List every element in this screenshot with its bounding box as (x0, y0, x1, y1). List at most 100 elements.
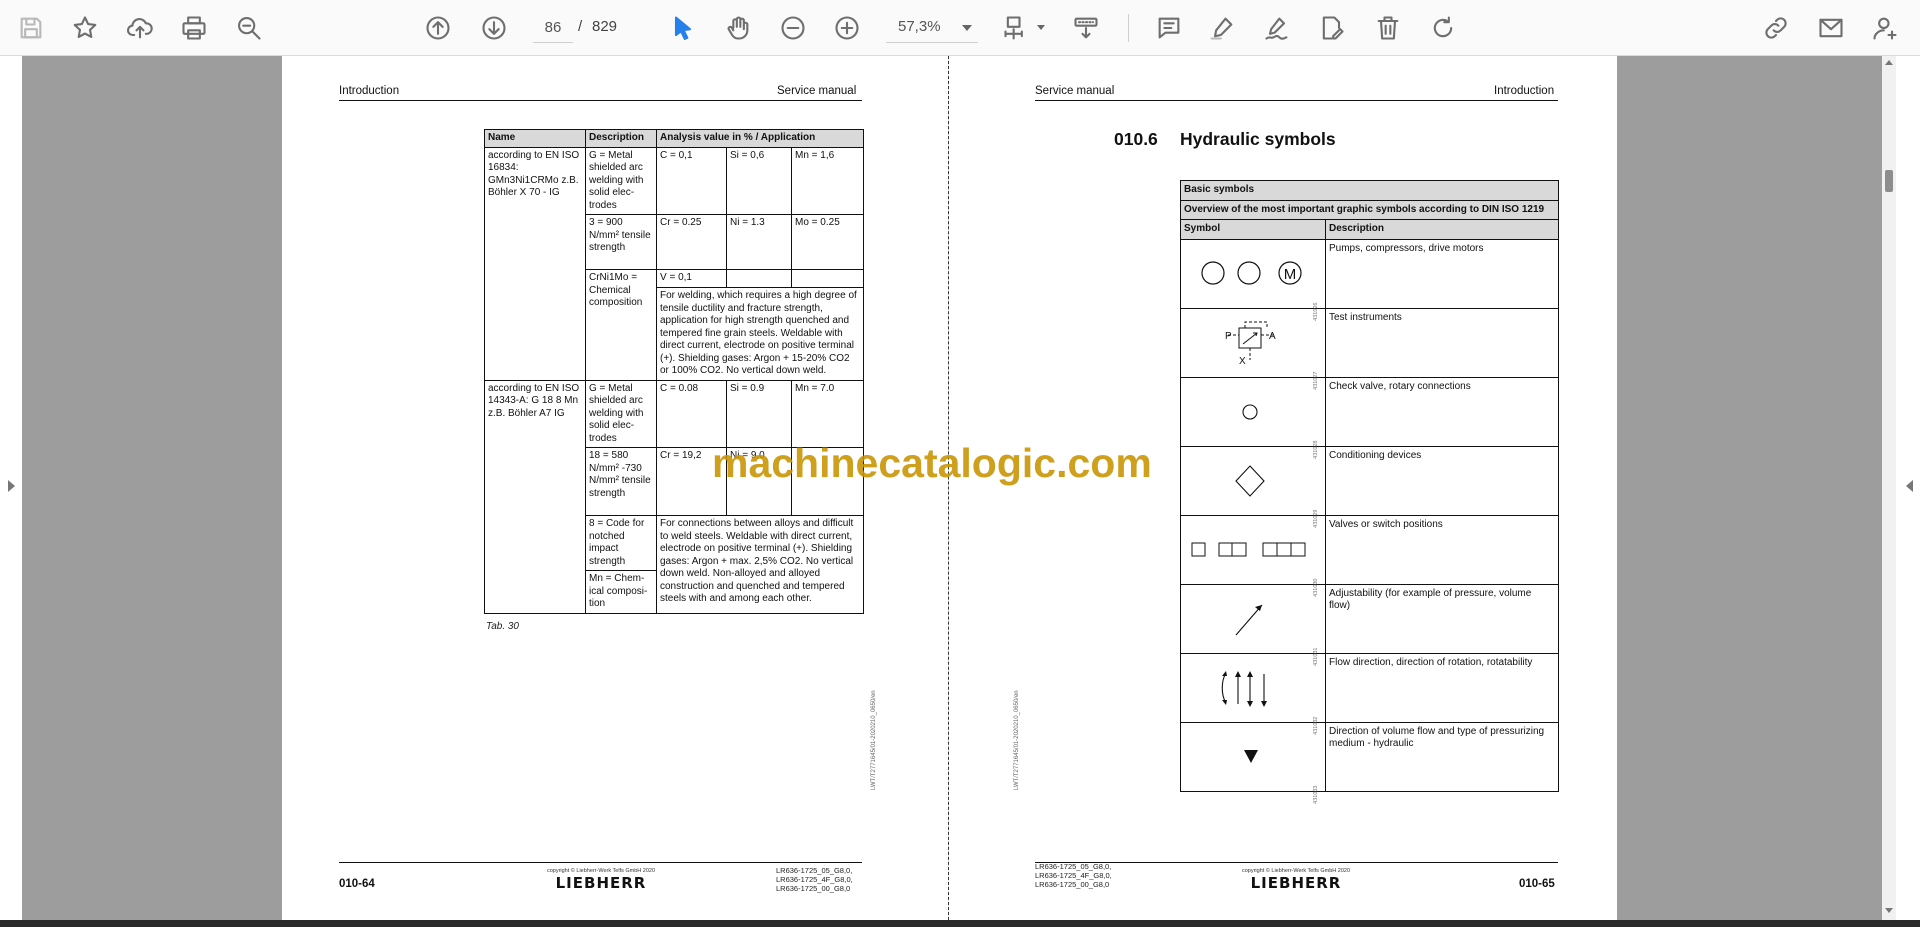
table-cell-value: Mn = 1,6 (791, 146, 864, 215)
table-cell-name: according to EN ISO 14343-A: G 18 8 Mn z… (484, 379, 586, 614)
rotate-icon[interactable] (1423, 8, 1463, 48)
table-cell-value: Mn = 7.0 (791, 379, 864, 448)
document-id-vertical: LWT/T2771645/01-2020210_0650/en (1014, 690, 1020, 790)
zoom-search-icon[interactable] (229, 8, 269, 48)
scroll-mode-icon[interactable] (1066, 8, 1106, 48)
symbols-table-subtitle: Overview of the most important graphic s… (1179, 199, 1560, 220)
save-icon[interactable] (11, 8, 51, 48)
section-number: 010.6 (1114, 129, 1158, 149)
symbol-cell: 431029 (1180, 445, 1326, 528)
page-down-icon[interactable] (474, 8, 514, 48)
liebherr-logo: LIEBHERR (555, 874, 647, 892)
page-separator: / (578, 18, 583, 35)
comment-icon[interactable] (1149, 8, 1189, 48)
valve-position-symbol-icon (1191, 542, 1306, 556)
symbol-id: 431033 (1312, 785, 1319, 804)
share-link-icon[interactable] (1756, 8, 1796, 48)
table-cell-value: Ni = 1.3 (726, 214, 792, 270)
chevron-down-icon (962, 25, 972, 31)
symbol-cell: 431031 (1180, 583, 1326, 666)
scroll-up-icon[interactable] (1885, 60, 1893, 65)
table-cell-value: Mo = 0.25 (791, 214, 864, 270)
footer-rule (1035, 862, 1558, 863)
edit-pdf-icon[interactable] (1312, 8, 1352, 48)
table-cell-value: V = 0,1 (656, 269, 727, 288)
column-header-symbol: Symbol (1180, 219, 1326, 240)
hydraulic-symbols-table: Basic symbols Overview of the most impor… (1179, 180, 1560, 804)
table-cell-application: For connections between alloys and diffi… (656, 515, 864, 614)
pump-motor-symbol-icon: M (1201, 260, 1302, 285)
document-viewer[interactable] (0, 56, 1920, 920)
zoom-value: 57,3% (898, 18, 941, 35)
print-icon[interactable] (174, 8, 214, 48)
symbol-description: Check valve, rotary connections (1324, 376, 1560, 447)
symbol-cell: 431028 (1180, 376, 1326, 459)
right-panel-toggle-icon[interactable] (1906, 480, 1913, 492)
zoom-in-icon[interactable] (827, 8, 867, 48)
welding-spec-table: Name Description Analysis value in % / A… (484, 129, 864, 614)
sign-icon[interactable] (1257, 8, 1297, 48)
canvas-background (1617, 56, 1882, 920)
header-rule (1035, 100, 1558, 101)
symbol-cell: 431032 (1180, 652, 1326, 735)
port-label-x: X (1239, 356, 1246, 367)
table-cell-description: Mn = Chem-ical composi-tion (585, 570, 657, 614)
model-list: LR636-1725_05_G8,0, LR636-1725_4F_G8,0, … (776, 866, 853, 893)
delete-icon[interactable] (1368, 8, 1408, 48)
highlight-pen-icon[interactable] (1202, 8, 1242, 48)
upload-icon[interactable] (120, 8, 160, 48)
table-cell-value: Si = 0,6 (726, 146, 792, 215)
fit-page-icon[interactable] (996, 8, 1036, 48)
port-label-a: A (1269, 331, 1276, 342)
page-divider (948, 56, 949, 920)
table-cell-value: C = 0.08 (656, 379, 727, 448)
table-cell-value: Cr = 0.25 (656, 214, 727, 270)
page-header-left: Service manual (1035, 85, 1115, 97)
section-title: Hydraulic symbols (1180, 129, 1336, 149)
table-cell-description: G = Metal shielded arc welding with soli… (585, 146, 657, 215)
table-header-description: Description (585, 129, 657, 148)
email-icon[interactable] (1811, 8, 1851, 48)
select-cursor-icon[interactable] (663, 8, 703, 48)
bookmark-star-icon[interactable] (65, 8, 105, 48)
symbol-description: Test instruments (1324, 307, 1560, 378)
symbol-description: Conditioning devices (1324, 445, 1560, 516)
check-valve-symbol-icon (1242, 403, 1258, 420)
column-header-description: Description (1324, 219, 1560, 240)
zoom-out-icon[interactable] (773, 8, 813, 48)
left-panel-toggle-icon[interactable] (8, 480, 15, 492)
table-header-analysis: Analysis value in % / Application (656, 129, 864, 148)
status-strip (0, 920, 1920, 927)
port-label-p: P (1225, 331, 1232, 342)
scroll-down-icon[interactable] (1885, 908, 1893, 913)
page-up-icon[interactable] (418, 8, 458, 48)
table-cell-name: according to EN ISO 16834: GMn3Ni1CRMo z… (484, 146, 586, 381)
page-header-left: Introduction (339, 85, 400, 97)
motor-letter: M (1284, 266, 1297, 283)
table-cell-value: Si = 0.9 (726, 379, 792, 448)
zoom-dropdown[interactable]: 57,3% (886, 13, 978, 43)
footer-rule (339, 862, 862, 863)
page-number-input[interactable] (533, 13, 573, 43)
table-cell-application: For welding, which requires a high degre… (656, 287, 864, 381)
model-list: LR636-1725_05_G8,0, LR636-1725_4F_G8,0, … (1035, 862, 1112, 889)
vertical-scrollbar[interactable] (1882, 56, 1896, 920)
symbol-description: Pumps, compressors, drive motors (1324, 238, 1560, 309)
liebherr-logo: LIEBHERR (1250, 874, 1342, 892)
hydraulic-triangle-symbol-icon (1244, 749, 1258, 763)
symbol-cell: M 431026 (1180, 238, 1326, 321)
scrollbar-thumb[interactable] (1885, 170, 1893, 192)
page-number: 010-65 (1519, 878, 1555, 890)
fit-caret-icon[interactable] (1037, 25, 1045, 30)
account-icon[interactable] (1865, 8, 1905, 48)
table-cell-description: 18 = 580 N/mm² -730 N/mm² tensile streng… (585, 447, 657, 516)
symbol-description: Adjustability (for example of pressure, … (1324, 583, 1560, 654)
table-cell-description: 8 = Code for notched impact strength (585, 515, 657, 571)
toolbar: / 829 57,3% (0, 0, 1920, 56)
symbol-cell: 431030 (1180, 514, 1326, 597)
test-instrument-symbol-icon: P A X (1225, 321, 1276, 367)
watermark-text: machinecatalogic.com (712, 440, 1152, 486)
symbols-table-title: Basic symbols (1179, 180, 1560, 201)
flow-direction-symbol-icon (1221, 670, 1267, 707)
hand-pan-icon[interactable] (718, 8, 758, 48)
